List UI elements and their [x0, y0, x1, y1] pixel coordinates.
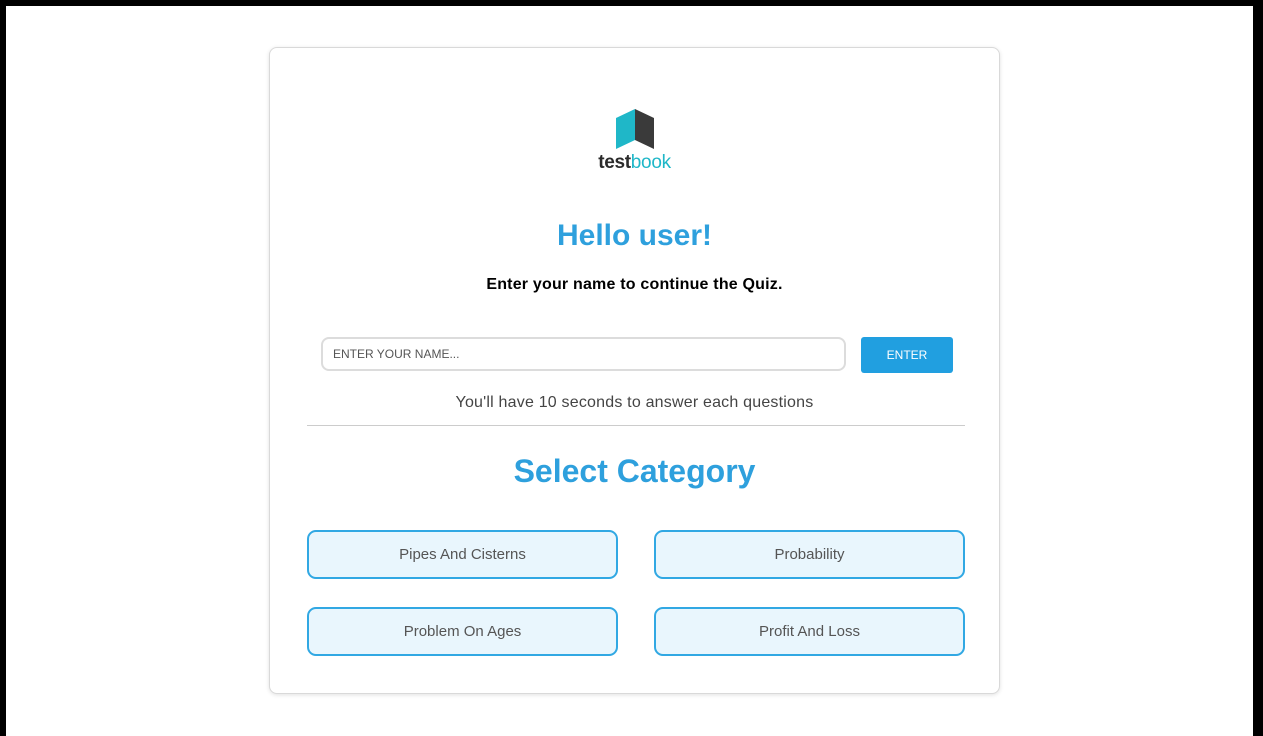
greeting-heading: Hello user!	[556, 219, 713, 252]
quiz-card: testbook Hello user! Enter your name to …	[269, 47, 1000, 694]
category-profit-and-loss-button[interactable]: Profit And Loss	[654, 607, 965, 656]
section-divider	[307, 425, 965, 426]
testbook-logo: testbook	[270, 106, 999, 173]
name-input[interactable]	[321, 337, 846, 371]
category-pipes-and-cisterns-button[interactable]: Pipes And Cisterns	[307, 530, 618, 579]
logo-word-bold: test	[598, 152, 631, 173]
category-probability-button[interactable]: Probability	[654, 530, 965, 579]
category-problem-on-ages-button[interactable]: Problem On Ages	[307, 607, 618, 656]
category-heading: Select Category	[513, 453, 756, 489]
timer-note: You'll have 10 seconds to answer each qu…	[455, 394, 814, 411]
book-icon	[615, 109, 654, 149]
enter-button[interactable]: ENTER	[861, 337, 953, 373]
instruction-text: Enter your name to continue the Quiz.	[486, 276, 783, 293]
logo-word-light: book	[630, 152, 671, 173]
page-frame: testbook Hello user! Enter your name to …	[6, 6, 1253, 736]
logo-wordmark: testbook	[270, 153, 999, 173]
